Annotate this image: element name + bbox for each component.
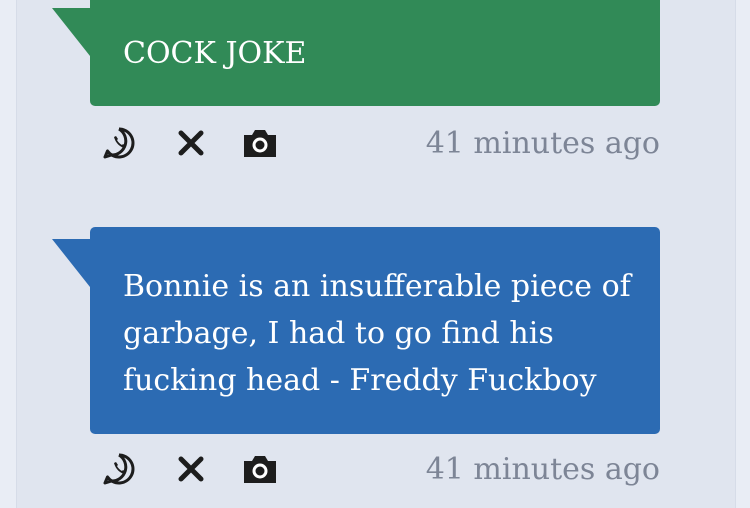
message-bubble: COCK JOKE bbox=[90, 0, 660, 106]
close-icon[interactable] bbox=[172, 450, 210, 488]
message-text: Bonnie is an insufferable piece of garba… bbox=[123, 269, 631, 398]
timestamp: 41 minutes ago bbox=[425, 126, 660, 161]
close-icon[interactable] bbox=[172, 124, 210, 162]
message-actions: 41 minutes ago bbox=[100, 124, 660, 164]
bubble-tail bbox=[52, 8, 90, 56]
message-text: COCK JOKE bbox=[123, 36, 307, 71]
message-actions: 41 minutes ago bbox=[100, 450, 660, 490]
camera-icon[interactable] bbox=[241, 124, 279, 162]
message-bubble: Bonnie is an insufferable piece of garba… bbox=[90, 227, 660, 434]
camera-icon[interactable] bbox=[241, 450, 279, 488]
bubble-tail bbox=[52, 239, 90, 287]
whatsapp-icon[interactable] bbox=[100, 124, 138, 162]
timestamp: 41 minutes ago bbox=[425, 452, 660, 487]
whatsapp-icon[interactable] bbox=[100, 450, 138, 488]
